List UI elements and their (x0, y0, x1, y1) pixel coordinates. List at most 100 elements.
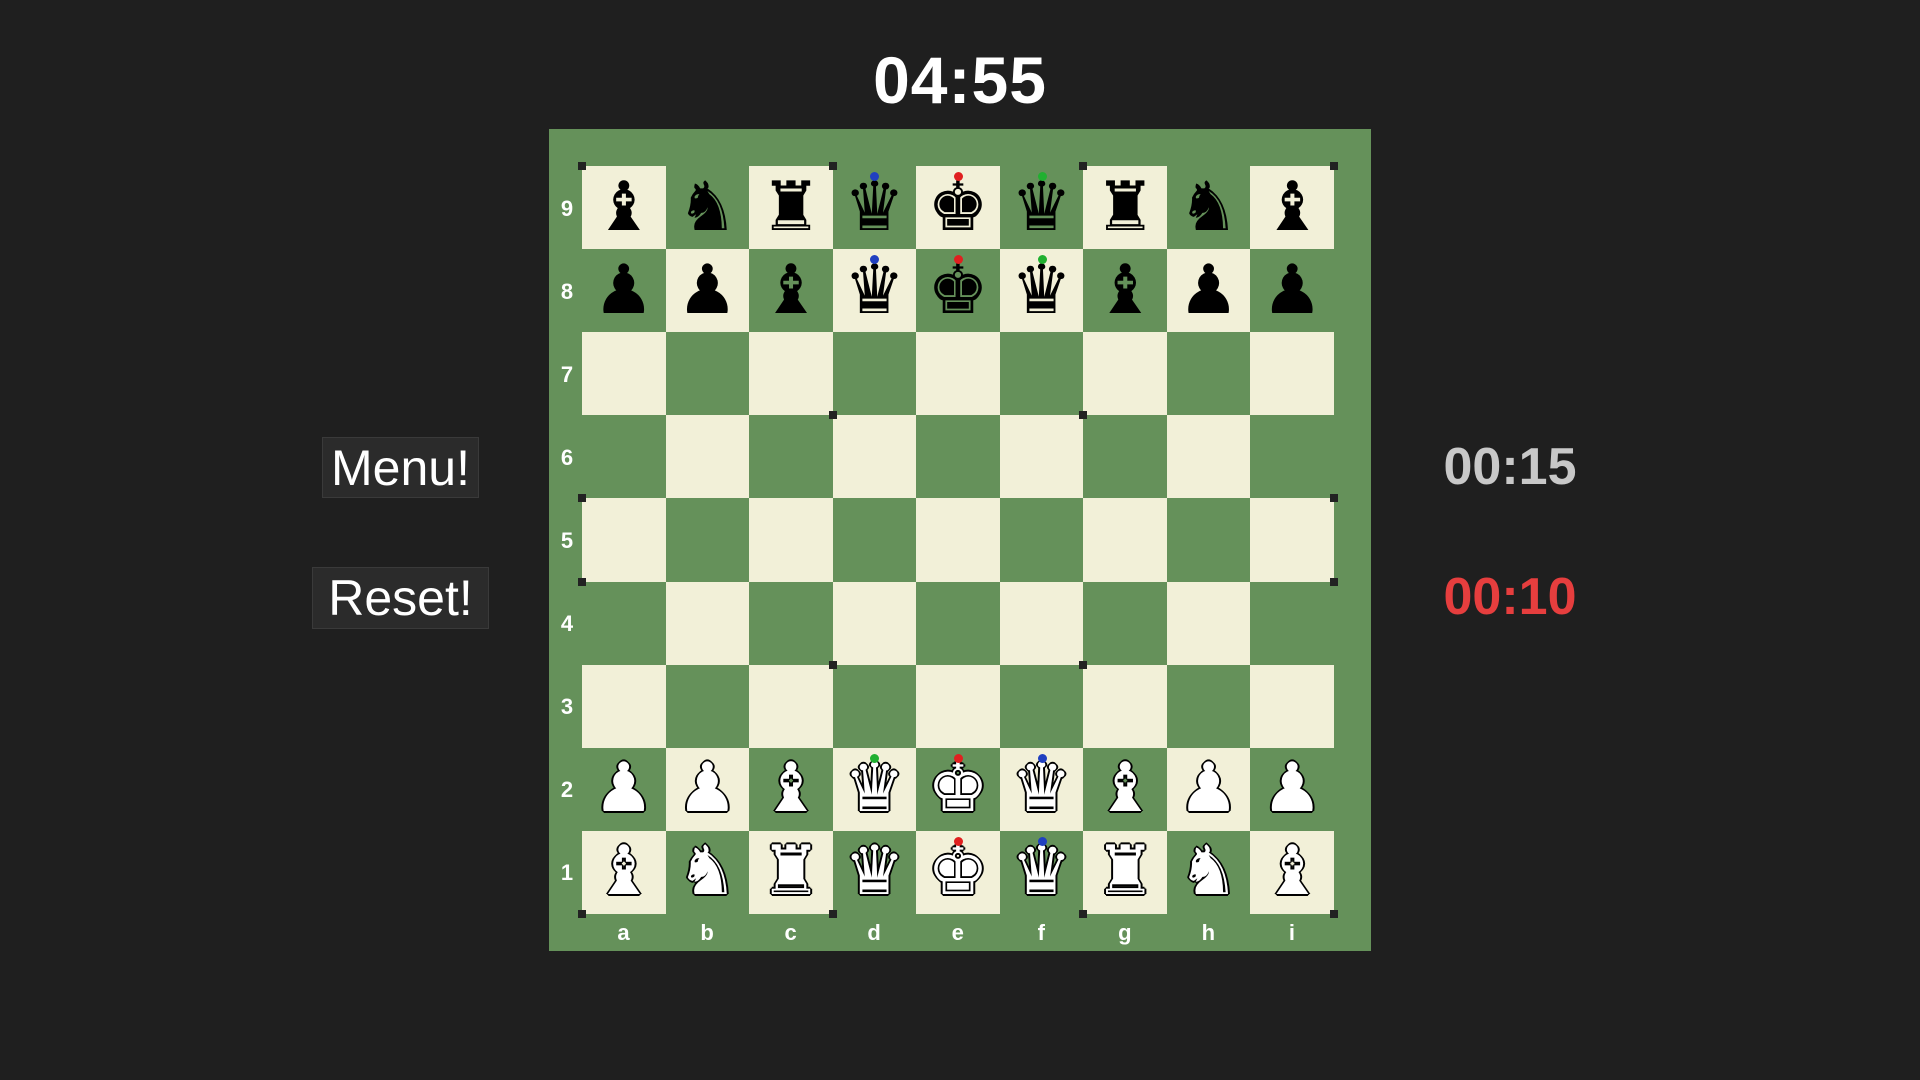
square-f9[interactable]: ♛ (999, 166, 1084, 250)
square-f2[interactable]: ♛ (999, 747, 1084, 831)
square-a7[interactable] (582, 332, 666, 416)
square-a4[interactable] (582, 581, 666, 665)
square-a8[interactable]: ♟ (582, 249, 666, 333)
square-g6[interactable] (1083, 415, 1167, 499)
square-f4[interactable] (999, 581, 1084, 665)
square-h5[interactable] (1166, 498, 1251, 582)
square-i6[interactable] (1250, 415, 1334, 499)
square-c2[interactable]: ♝ (749, 747, 833, 831)
square-c3[interactable] (749, 664, 833, 748)
square-c5[interactable] (749, 498, 833, 582)
square-a9[interactable]: ♝ (582, 166, 666, 250)
square-b1[interactable]: ♞ (665, 830, 750, 914)
square-e7[interactable] (916, 332, 1000, 416)
white-sergeant-icon[interactable]: ♟ (666, 748, 750, 831)
square-d7[interactable] (832, 332, 917, 416)
black-rook-icon[interactable]: ♜ (1083, 166, 1167, 249)
white-archbishop-icon[interactable]: ♝ (582, 831, 666, 914)
square-a5[interactable] (582, 498, 666, 582)
square-g5[interactable] (1083, 498, 1167, 582)
white-knight-icon[interactable]: ♞ (1167, 831, 1251, 914)
black-rook-icon[interactable]: ♜ (749, 166, 833, 249)
square-g4[interactable] (1083, 581, 1167, 665)
square-d8[interactable]: ♛ (832, 249, 917, 333)
square-e2[interactable]: ♚ (916, 747, 1000, 831)
white-knight-icon[interactable]: ♞ (666, 831, 750, 914)
square-c6[interactable] (749, 415, 833, 499)
square-g3[interactable] (1083, 664, 1167, 748)
square-h3[interactable] (1166, 664, 1251, 748)
square-h7[interactable] (1166, 332, 1251, 416)
square-b7[interactable] (665, 332, 750, 416)
square-c7[interactable] (749, 332, 833, 416)
square-c9[interactable]: ♜ (749, 166, 833, 250)
square-b5[interactable] (665, 498, 750, 582)
square-a6[interactable] (582, 415, 666, 499)
square-a3[interactable] (582, 664, 666, 748)
square-e1[interactable]: ♚ (916, 830, 1000, 914)
square-c1[interactable]: ♜ (749, 830, 833, 914)
square-h8[interactable]: ♟ (1166, 249, 1251, 333)
square-e5[interactable] (916, 498, 1000, 582)
square-h9[interactable]: ♞ (1166, 166, 1251, 250)
square-c8[interactable]: ♝ (749, 249, 833, 333)
square-i2[interactable]: ♟ (1250, 747, 1334, 831)
square-b4[interactable] (665, 581, 750, 665)
square-i1[interactable]: ♝ (1250, 830, 1334, 914)
square-h2[interactable]: ♟ (1166, 747, 1251, 831)
square-i3[interactable] (1250, 664, 1334, 748)
white-bishop-icon[interactable]: ♝ (749, 748, 833, 831)
square-b8[interactable]: ♟ (665, 249, 750, 333)
black-knight-icon[interactable]: ♞ (666, 166, 750, 249)
square-g8[interactable]: ♝ (1083, 249, 1167, 333)
square-e3[interactable] (916, 664, 1000, 748)
black-sergeant-icon[interactable]: ♟ (1167, 249, 1251, 332)
black-bishop-icon[interactable]: ♝ (1083, 249, 1167, 332)
square-d6[interactable] (832, 415, 917, 499)
square-g7[interactable] (1083, 332, 1167, 416)
square-h4[interactable] (1166, 581, 1251, 665)
square-h6[interactable] (1166, 415, 1251, 499)
square-e6[interactable] (916, 415, 1000, 499)
square-f1[interactable]: ♛ (999, 830, 1084, 914)
square-i5[interactable] (1250, 498, 1334, 582)
black-archbishop-icon[interactable]: ♝ (1250, 166, 1334, 249)
square-e9[interactable]: ♚ (916, 166, 1000, 250)
square-a2[interactable]: ♟ (582, 747, 666, 831)
square-f8[interactable]: ♛ (999, 249, 1084, 333)
white-archbishop-icon[interactable]: ♝ (1250, 831, 1334, 914)
black-archbishop-icon[interactable]: ♝ (582, 166, 666, 249)
square-f3[interactable] (999, 664, 1084, 748)
square-f5[interactable] (999, 498, 1084, 582)
square-g1[interactable]: ♜ (1083, 830, 1167, 914)
square-c4[interactable] (749, 581, 833, 665)
square-i4[interactable] (1250, 581, 1334, 665)
white-pawn-icon[interactable]: ♟ (1250, 748, 1334, 831)
white-rook-icon[interactable]: ♜ (1083, 831, 1167, 914)
square-a1[interactable]: ♝ (582, 830, 666, 914)
square-b2[interactable]: ♟ (665, 747, 750, 831)
square-b3[interactable] (665, 664, 750, 748)
square-d5[interactable] (832, 498, 917, 582)
square-i9[interactable]: ♝ (1250, 166, 1334, 250)
square-d2[interactable]: ♛ (832, 747, 917, 831)
square-f7[interactable] (999, 332, 1084, 416)
square-b9[interactable]: ♞ (665, 166, 750, 250)
white-queen-icon[interactable]: ♛ (833, 831, 917, 914)
black-sergeant-icon[interactable]: ♟ (666, 249, 750, 332)
reset-button[interactable]: Reset! (312, 567, 489, 629)
black-knight-icon[interactable]: ♞ (1167, 166, 1251, 249)
black-pawn-icon[interactable]: ♟ (1250, 249, 1334, 332)
square-b6[interactable] (665, 415, 750, 499)
white-pawn-icon[interactable]: ♟ (582, 748, 666, 831)
square-i8[interactable]: ♟ (1250, 249, 1334, 333)
square-g9[interactable]: ♜ (1083, 166, 1167, 250)
square-d4[interactable] (832, 581, 917, 665)
menu-button[interactable]: Menu! (322, 437, 479, 498)
white-sergeant-icon[interactable]: ♟ (1167, 748, 1251, 831)
square-e4[interactable] (916, 581, 1000, 665)
square-d3[interactable] (832, 664, 917, 748)
square-e8[interactable]: ♚ (916, 249, 1000, 333)
square-g2[interactable]: ♝ (1083, 747, 1167, 831)
square-f6[interactable] (999, 415, 1084, 499)
